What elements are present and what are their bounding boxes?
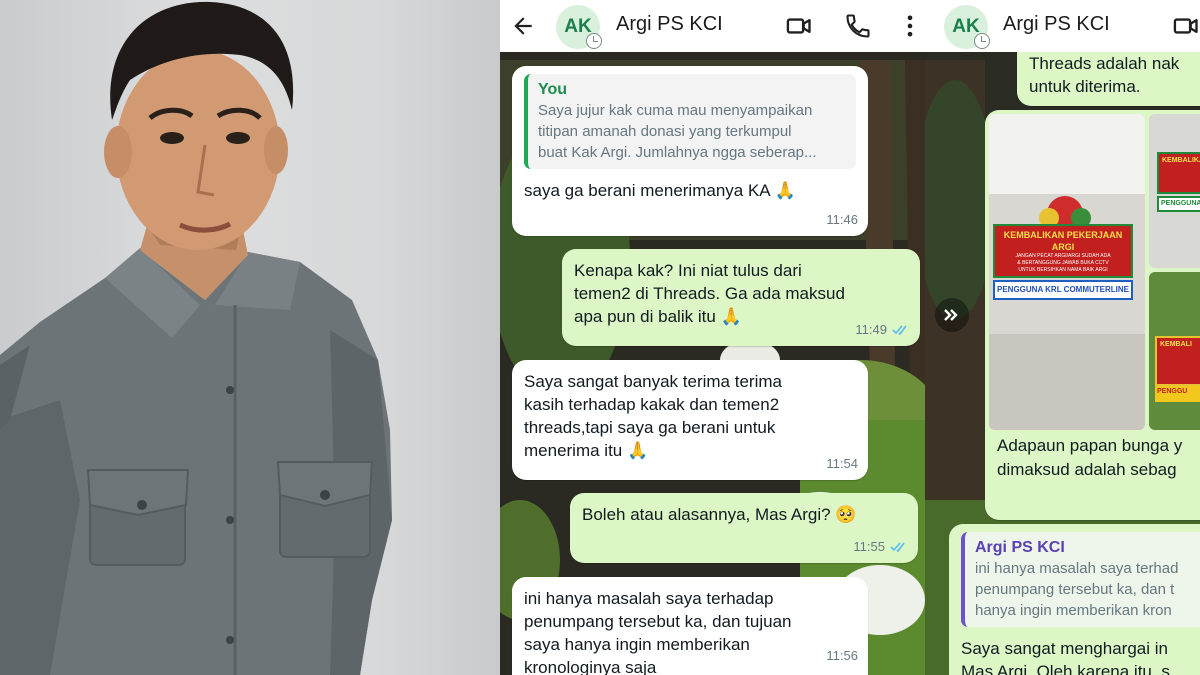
chat-header: AK Argi PS KCI [925,0,1200,52]
image-message[interactable]: KEMBALIKAN PEKERJAAN ARGI JANGAN PECAT A… [985,110,1200,520]
phone-icon[interactable] [844,12,872,40]
message-line: untuk diterima. [1029,77,1141,96]
caption-line: Adapaun papan bunga y [997,436,1183,455]
man-portrait-icon [0,1,392,675]
forward-button[interactable] [935,298,969,332]
quoted-text-line: buat Kak Argi. Jumlahnya ngga seberap... [538,144,817,161]
flower-board-banner: KEMBALIKAN PEKERJAAN ARGI JANGAN PECAT A… [993,224,1133,278]
pray-emoji: 🙏 [720,307,742,327]
video-call-icon[interactable] [785,12,813,40]
message-incoming[interactable]: ini hanya masalah saya terhadap penumpan… [512,577,868,675]
quoted-text-line: ini hanya masalah saya terhad [975,560,1179,577]
message-line: Saya sangat menghargai in [961,639,1168,658]
banner-sender: PENGGU [1155,386,1200,402]
message-outgoing[interactable]: Kenapa kak? Ini niat tulus dari temen2 d… [562,249,920,346]
message-line: ini hanya masalah saya terhadap [524,589,774,608]
banner-headline: KEMBALIKAN PEKERJAAN ARGI [1003,230,1123,252]
contact-name[interactable]: Argi PS KCI [616,13,723,36]
message-meta: 11:55 [853,535,908,558]
message-line: threads,tapi saya ga berani untuk [524,418,776,437]
banner-headline: KEMBALI [1155,336,1200,386]
read-ticks-icon [890,542,905,552]
flower-board-photo[interactable]: KEMBALIKAN PEKERJAAN ARGI JANGAN PECAT A… [989,114,1145,430]
banner-subline: UNTUK BERSIHKAN NAMA BAIK ARGI [1018,267,1108,273]
flower-board-photo[interactable]: KEMBALIKAN PENGGUNA [1149,114,1200,268]
pleading-face-emoji: 🥺 [835,505,857,525]
message-time: 11:49 [855,322,887,337]
message-line: penumpang tersebut ka, dan tujuan [524,612,792,631]
message-line: kasih terhadap kakak dan temen2 [524,395,780,414]
image-caption: Adapaun papan bunga y dimaksud adalah se… [997,434,1200,482]
message-incoming[interactable]: You Saya jujur kak cuma mau menyampaikan… [512,66,868,236]
caption-line: dimaksud adalah sebag [997,460,1177,479]
pray-emoji: 🙏 [627,441,649,461]
message-time: 11:55 [853,539,885,554]
disappearing-timer-icon [586,33,602,49]
message-line-text: menerima itu [524,441,623,460]
message-time: 11:46 [826,212,858,227]
contact-avatar[interactable]: AK [556,5,602,49]
portrait-photo [0,0,500,675]
message-line: Mas Argi. Oleh karena itu, s [961,662,1170,675]
message-meta: 11:49 [855,318,910,341]
message-line: Saya sangat banyak terima terima [524,372,782,391]
banner-sender: PENGGUNA [1157,196,1200,212]
message-line: saya hanya ingin memberikan [524,635,750,654]
message-time: 11:54 [826,456,858,471]
quoted-text-line: Saya jujur kak cuma mau menyampaikan [538,102,813,119]
banner-subline: JANGAN PECAT ARGI/ARGI SUDAH ADA [1015,253,1111,259]
quoted-author: Argi PS KCI [975,539,1065,556]
more-vert-icon[interactable] [896,12,924,40]
message-line-text: apa pun di balik itu [574,307,716,326]
quoted-text-line: penumpang tersebut ka, dan t [975,581,1175,598]
avatar-initials: AK [564,16,592,37]
avatar-initials: AK [952,16,980,37]
message-incoming[interactable]: Saya sangat banyak terima terima kasih t… [512,360,868,480]
chat-window-left: AK Argi PS KCI You Saya jujur kak cuma m… [500,0,925,675]
message-line: temen2 di Threads. Ga ada maksud [574,284,845,303]
quoted-message[interactable]: You Saya jujur kak cuma mau menyampaikan… [524,74,856,169]
pray-emoji: 🙏 [774,181,796,201]
message-text-content: saya ga berani menerimanya KA [524,181,770,200]
message-text: saya ga berani menerimanya KA 🙏 [524,179,856,203]
banner-headline: KEMBALIKAN [1157,152,1200,194]
message-line: menerima itu 🙏 [524,439,856,463]
banner-subline: & BERTANGGUNG JAWAB BUKA CCTV [1017,260,1109,266]
message-time: 11:56 [826,648,858,663]
quoted-text-line: titipan amanah donasi yang terkumpul [538,123,792,140]
back-arrow-icon[interactable] [510,13,536,39]
video-call-icon[interactable] [1172,12,1200,40]
chat-window-right: AK Argi PS KCI Threads adalah nak untuk … [925,0,1200,675]
message-line: Threads adalah nak [1029,54,1180,73]
quoted-text-line: hanya ingin memberikan kron [975,602,1172,619]
chat-header: AK Argi PS KCI [500,0,925,52]
message-outgoing[interactable]: Argi PS KCI ini hanya masalah saya terha… [949,524,1200,675]
flower-board-photo[interactable]: KEMBALI PENGGU [1149,272,1200,430]
disappearing-timer-icon [974,33,990,49]
contact-name[interactable]: Argi PS KCI [1003,13,1110,36]
message-line: Kenapa kak? Ini niat tulus dari [574,261,802,280]
message-text-content: Boleh atau alasannya, Mas Argi? [582,505,831,524]
banner-sender: PENGGUNA KRL COMMUTERLINE [993,280,1133,300]
message-outgoing[interactable]: Boleh atau alasannya, Mas Argi? 🥺 11:55 [570,493,918,563]
quoted-message[interactable]: Argi PS KCI ini hanya masalah saya terha… [961,532,1200,627]
forward-icon [944,309,958,321]
message-line: kronologinya saja [524,658,657,675]
message-text: Boleh atau alasannya, Mas Argi? 🥺 [582,503,906,527]
read-ticks-icon [892,325,907,335]
quoted-author: You [538,81,568,98]
contact-avatar[interactable]: AK [944,5,990,49]
